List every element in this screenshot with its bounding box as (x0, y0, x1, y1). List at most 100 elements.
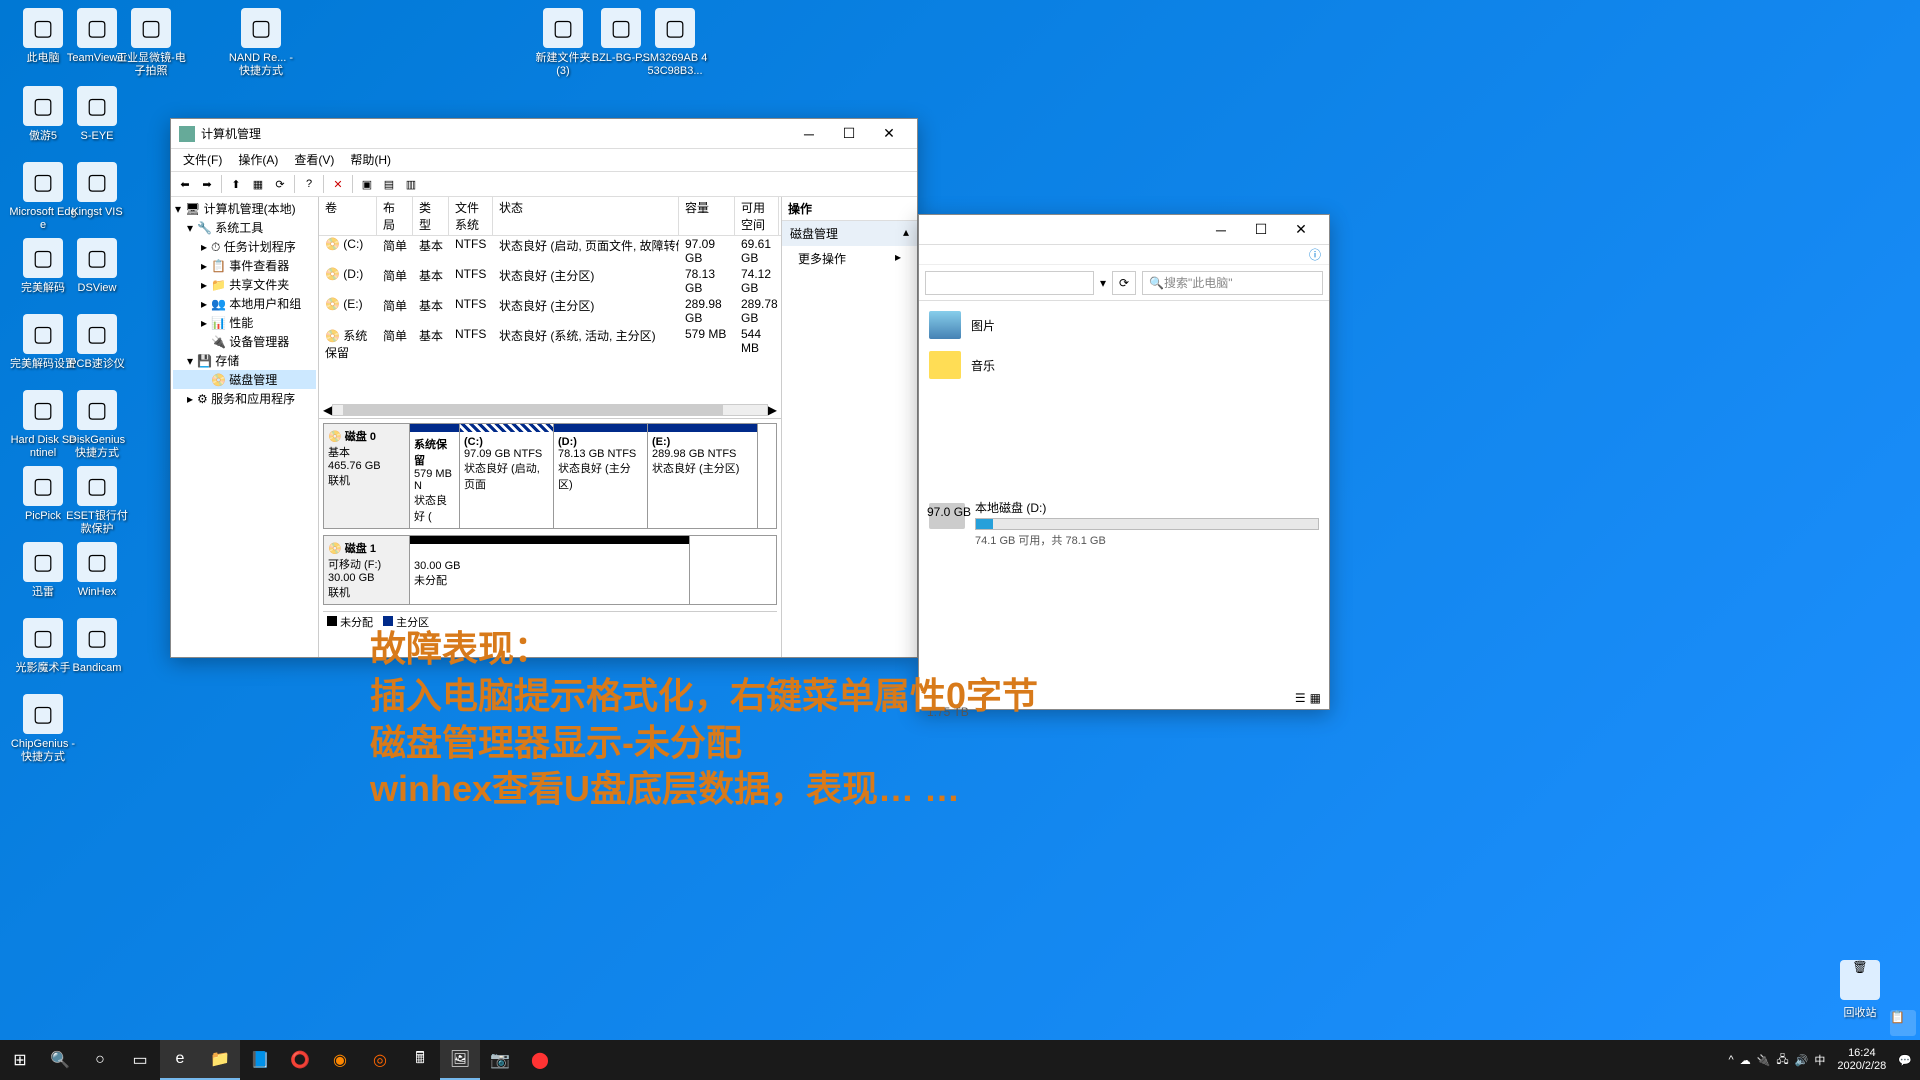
folder-music[interactable]: 音乐 (929, 351, 1319, 379)
action1-button[interactable]: ▣ (357, 174, 377, 194)
folder-pictures[interactable]: 图片 (929, 311, 1319, 339)
tray-volume-icon[interactable]: 🔊 (1795, 1054, 1809, 1067)
col-volume[interactable]: 卷 (319, 197, 377, 235)
clock[interactable]: 16:24 2020/2/28 (1831, 1047, 1892, 1073)
taskbar-calc[interactable]: 🖩 (400, 1040, 440, 1080)
tree-item[interactable]: ▸📊 性能 (173, 313, 316, 332)
disk-graphical-view[interactable]: 📀 磁盘 0 基本 465.76 GB 联机 系统保留579 MB N状态良好 … (319, 419, 781, 657)
start-button[interactable]: ⊞ (0, 1040, 40, 1080)
tree-item[interactable]: ▸👥 本地用户和组 (173, 294, 316, 313)
tray-ime[interactable]: 中 (1814, 1052, 1825, 1068)
taskbar-app[interactable]: ◎ (360, 1040, 400, 1080)
tray-usb-icon[interactable]: 🔌 (1757, 1054, 1771, 1067)
tray-network-icon[interactable]: 🖧 (1776, 1051, 1788, 1070)
partition[interactable]: (E:)289.98 GB NTFS状态良好 (主分区) (648, 424, 758, 528)
col-capacity[interactable]: 容量 (679, 197, 735, 235)
delete-button[interactable]: ✕ (328, 174, 348, 194)
tray-expand-icon[interactable]: ^ (1729, 1054, 1734, 1066)
partition-unallocated[interactable]: 30.00 GB 未分配 (410, 536, 690, 604)
disk-1-row[interactable]: 📀 磁盘 1 可移动 (F:) 30.00 GB 联机 30.00 GB 未分配 (323, 535, 777, 605)
col-status[interactable]: 状态 (493, 197, 679, 235)
desktop-icon[interactable]: ▢WinHex (62, 542, 132, 599)
tree-systools[interactable]: ▾🔧 系统工具 (173, 218, 316, 237)
actions-group[interactable]: 磁盘管理▴ (782, 221, 917, 246)
nav-tree[interactable]: ▾🖥 计算机管理(本地) ▾🔧 系统工具 ▸⏱ 任务计划程序 ▸📋 事件查看器 … (171, 197, 319, 657)
search-button[interactable]: 🔍 (40, 1040, 80, 1080)
desktop-icon[interactable]: ▢SM3269AB 453C98B3... (640, 8, 710, 78)
forward-button[interactable]: ➡ (197, 174, 217, 194)
col-fs[interactable]: 文件系统 (449, 197, 493, 235)
address-bar[interactable] (925, 271, 1094, 295)
desktop-icon[interactable]: ▢DSView (62, 238, 132, 295)
desktop-icon[interactable]: ▢ChipGenius - 快捷方式 (8, 694, 78, 764)
volume-row[interactable]: 📀 (E:)简单基本NTFS状态良好 (主分区)289.98 GB289.78 … (319, 296, 781, 326)
taskbar-app[interactable]: 📘 (240, 1040, 280, 1080)
tree-storage[interactable]: ▾💾 存储 (173, 351, 316, 370)
volume-row[interactable]: 📀 系统保留简单基本NTFS状态良好 (系统, 活动, 主分区)579 MB54… (319, 326, 781, 362)
tree-item[interactable]: ▸📋 事件查看器 (173, 256, 316, 275)
menu-view[interactable]: 查看(V) (286, 149, 342, 171)
minimize-button[interactable]: ─ (1201, 216, 1241, 244)
taskbar-edge[interactable]: e (160, 1040, 200, 1080)
partition[interactable]: 系统保留579 MB N状态良好 ( (410, 424, 460, 528)
cortana-button[interactable]: ○ (80, 1040, 120, 1080)
menu-file[interactable]: 文件(F) (175, 149, 230, 171)
address-dropdown[interactable]: ▾ (1100, 276, 1106, 290)
col-free[interactable]: 可用空间 (735, 197, 779, 235)
recycle-bin[interactable]: 🗑 回收站 (1830, 960, 1890, 1020)
notification-icon[interactable]: 📋 (1890, 1010, 1916, 1036)
disk-0-row[interactable]: 📀 磁盘 0 基本 465.76 GB 联机 系统保留579 MB N状态良好 … (323, 423, 777, 529)
partition[interactable]: (C:)97.09 GB NTFS状态良好 (启动, 页面 (460, 424, 554, 528)
tree-item[interactable]: ▸📁 共享文件夹 (173, 275, 316, 294)
drive-d[interactable]: 本地磁盘 (D:) (929, 499, 1319, 532)
help-button[interactable]: ? (299, 174, 319, 194)
search-input[interactable]: 🔍 搜索"此电脑" (1142, 271, 1323, 295)
props-button[interactable]: ▦ (248, 174, 268, 194)
action3-button[interactable]: ▥ (401, 174, 421, 194)
tree-root[interactable]: ▾🖥 计算机管理(本地) (173, 199, 316, 218)
menu-help[interactable]: 帮助(H) (342, 149, 399, 171)
refresh-button[interactable]: ⟳ (1112, 271, 1136, 295)
maximize-button[interactable]: ☐ (829, 120, 869, 148)
notifications-button[interactable]: 💬 (1898, 1054, 1912, 1067)
desktop-icon[interactable]: ▢DiskGenius 快捷方式 (62, 390, 132, 460)
volume-row[interactable]: 📀 (C:)简单基本NTFS状态良好 (启动, 页面文件, 故障转储, 主分区)… (319, 236, 781, 266)
desktop-icon[interactable]: ▢ESET银行付款保护 (62, 466, 132, 536)
tray-cloud-icon[interactable]: ☁ (1740, 1054, 1751, 1067)
action2-button[interactable]: ▤ (379, 174, 399, 194)
taskbar-photos[interactable]: 🖼 (440, 1040, 480, 1080)
desktop-icon[interactable]: ▢工业显微镜-电子拍照 (116, 8, 186, 78)
up-button[interactable]: ⬆ (226, 174, 246, 194)
taskbar-explorer[interactable]: 📁 (200, 1040, 240, 1080)
volume-row[interactable]: 📀 (D:)简单基本NTFS状态良好 (主分区)78.13 GB74.12 GB (319, 266, 781, 296)
refresh-button[interactable]: ⟳ (270, 174, 290, 194)
maximize-button[interactable]: ☐ (1241, 216, 1281, 244)
desktop-icon[interactable]: ▢S-EYE (62, 86, 132, 143)
tree-diskmgmt[interactable]: 📀 磁盘管理 (173, 370, 316, 389)
partition[interactable]: (D:)78.13 GB NTFS状态良好 (主分区) (554, 424, 648, 528)
col-type[interactable]: 类型 (413, 197, 449, 235)
desktop-icon[interactable]: ▢NAND Re... - 快捷方式 (226, 8, 296, 78)
tree-item[interactable]: 🔌 设备管理器 (173, 332, 316, 351)
taskbar-record[interactable]: ⬤ (520, 1040, 560, 1080)
taskbar-app[interactable]: ⭕ (280, 1040, 320, 1080)
tree-services[interactable]: ▸⚙ 服务和应用程序 (173, 389, 316, 408)
minimize-button[interactable]: ─ (789, 120, 829, 148)
close-button[interactable]: ✕ (1281, 216, 1321, 244)
desktop-icon[interactable]: ▢Bandicam (62, 618, 132, 675)
view-details-icon[interactable]: ☰ (1295, 691, 1306, 705)
taskbar-app[interactable]: ◉ (320, 1040, 360, 1080)
tree-item[interactable]: ▸⏱ 任务计划程序 (173, 237, 316, 256)
taskview-button[interactable]: ▭ (120, 1040, 160, 1080)
col-layout[interactable]: 布局 (377, 197, 413, 235)
titlebar[interactable]: 计算机管理 ─ ☐ ✕ (171, 119, 917, 149)
view-icons-icon[interactable]: ▦ (1310, 691, 1321, 705)
desktop-icon[interactable]: ▢Kingst VIS (62, 162, 132, 219)
back-button[interactable]: ⬅ (175, 174, 195, 194)
menu-action[interactable]: 操作(A) (230, 149, 286, 171)
close-button[interactable]: ✕ (869, 120, 909, 148)
taskbar-app[interactable]: 📷 (480, 1040, 520, 1080)
volume-list[interactable]: 卷 布局 类型 文件系统 状态 容量 可用空间 📀 (C:)简单基本NTFS状态… (319, 197, 781, 419)
desktop-icon[interactable]: ▢PCB速诊仪 (62, 314, 132, 371)
h-scrollbar[interactable]: ◀▶ (323, 404, 777, 416)
